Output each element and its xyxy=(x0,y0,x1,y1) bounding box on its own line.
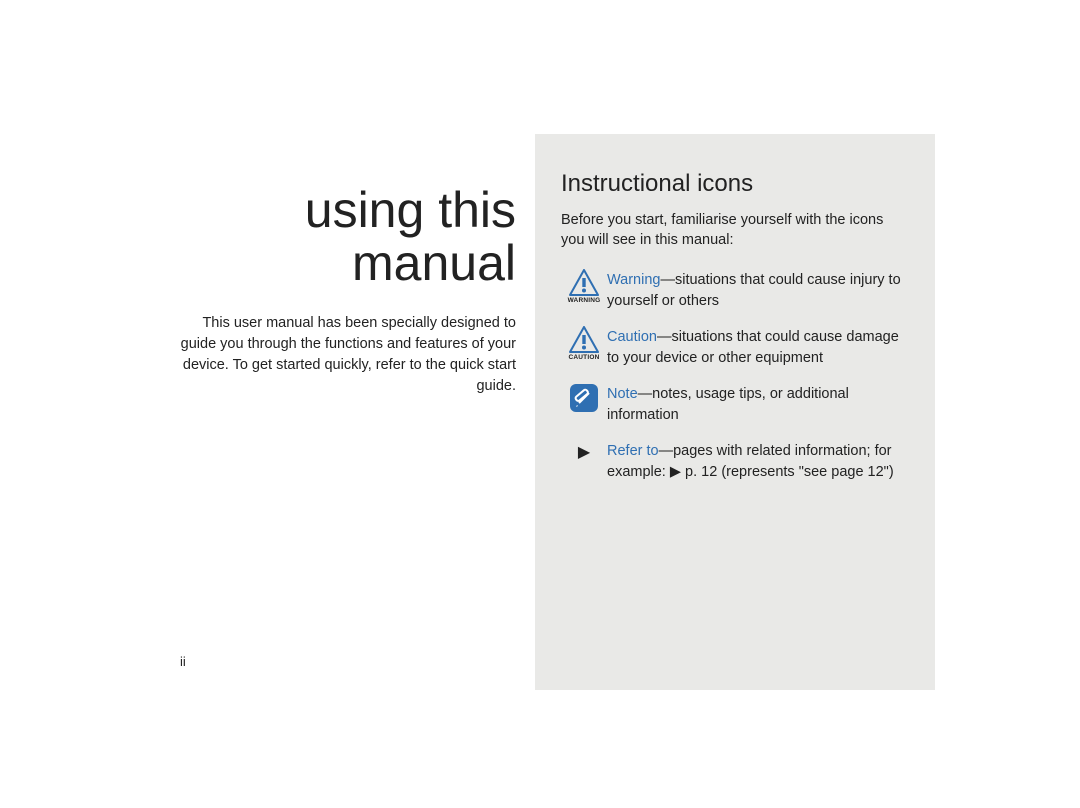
title-line-1: using this xyxy=(305,182,516,238)
section-intro: Before you start, familiarise yourself w… xyxy=(561,210,909,251)
inline-arrow-icon: ▶ xyxy=(670,464,681,480)
warning-icon xyxy=(569,269,599,296)
left-column: using this manual This user manual has b… xyxy=(176,184,516,397)
arrow-icon: ▶ xyxy=(578,442,590,462)
refer-keyword: Refer to xyxy=(607,443,659,459)
row-caution: CAUTION Caution—situations that could ca… xyxy=(561,326,909,369)
right-column: Instructional icons Before you start, fa… xyxy=(535,134,935,690)
page-number: ii xyxy=(180,654,186,669)
warning-icon-col: WARNING xyxy=(561,269,607,304)
manual-page: using this manual This user manual has b… xyxy=(0,0,1080,808)
warning-sub-label: WARNING xyxy=(568,297,601,304)
note-icon xyxy=(569,383,599,413)
page-title: using this manual xyxy=(176,184,516,289)
refer-desc-b: p. 12 (represents "see page 12") xyxy=(681,464,894,480)
caution-icon-col: CAUTION xyxy=(561,326,607,361)
row-note: Note—notes, usage tips, or additional in… xyxy=(561,383,909,426)
intro-paragraph: This user manual has been specially desi… xyxy=(176,313,516,397)
note-text: Note—notes, usage tips, or additional in… xyxy=(607,383,909,426)
warning-text: Warning—situations that could cause inju… xyxy=(607,269,909,312)
warning-keyword: Warning xyxy=(607,272,660,288)
note-keyword: Note xyxy=(607,386,638,402)
title-line-2: manual xyxy=(352,235,516,291)
row-warning: WARNING Warning—situations that could ca… xyxy=(561,269,909,312)
section-heading: Instructional icons xyxy=(561,170,909,198)
caution-keyword: Caution xyxy=(607,329,657,345)
row-refer: ▶ Refer to—pages with related informatio… xyxy=(561,440,909,483)
caution-sub-label: CAUTION xyxy=(568,354,599,361)
caution-icon xyxy=(569,326,599,353)
refer-text: Refer to—pages with related information;… xyxy=(607,440,909,483)
note-icon-col xyxy=(561,383,607,413)
caution-text: Caution—situations that could cause dama… xyxy=(607,326,909,369)
note-desc: —notes, usage tips, or additional inform… xyxy=(607,386,849,423)
refer-icon-col: ▶ xyxy=(561,440,607,462)
